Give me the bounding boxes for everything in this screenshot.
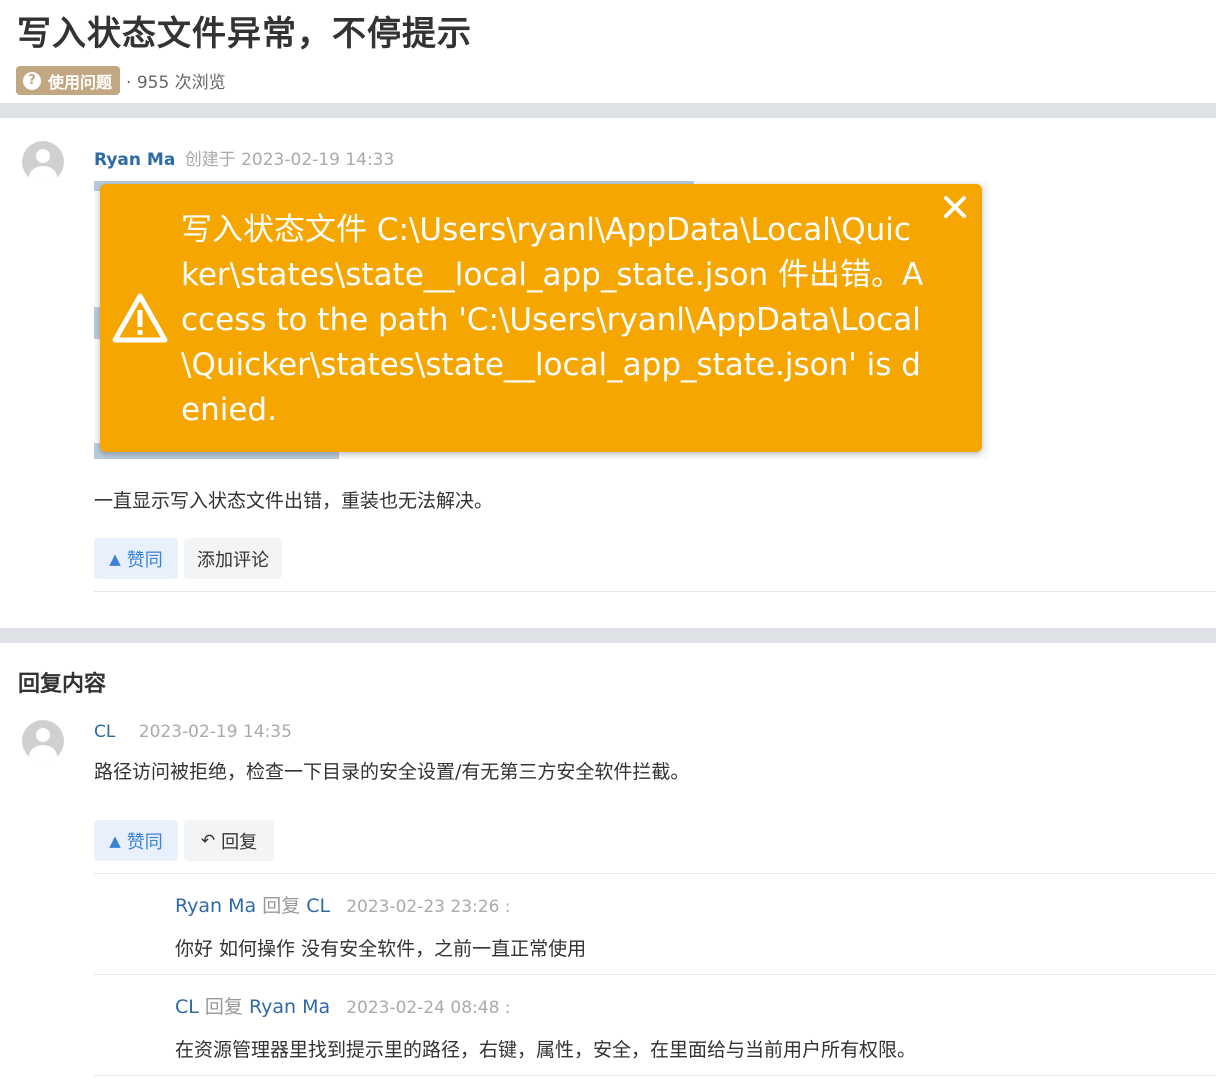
sub-reply-time: 2023-02-24 08:48 : <box>346 998 511 1018</box>
reply-like-button[interactable]: ▲ 赞同 <box>94 820 178 861</box>
avatar[interactable] <box>22 141 64 183</box>
close-icon[interactable] <box>942 194 968 220</box>
like-button[interactable]: ▲ 赞同 <box>94 538 178 579</box>
reply-label: 回复 <box>221 831 258 853</box>
error-message: 写入状态文件 C:\Users\ryanl\AppData\Local\Quic… <box>181 212 924 428</box>
section-divider <box>0 628 1216 643</box>
post-author-line: Ryan Ma 创建于 2023-02-19 14:33 <box>94 145 394 170</box>
reply-author-line: CL 2023-02-19 14:35 <box>94 722 292 742</box>
reply-body: 路径访问被拒绝，检查一下目录的安全设置/有无第三方安全软件拦截。 <box>94 761 690 783</box>
reply-button[interactable]: ↶ 回复 <box>184 820 274 861</box>
like-label: 赞同 <box>126 549 163 571</box>
reply-author[interactable]: CL <box>94 722 115 742</box>
avatar[interactable] <box>22 720 64 762</box>
reply-time: 2023-02-19 14:35 <box>138 722 292 742</box>
post-author[interactable]: Ryan Ma <box>94 150 175 170</box>
category-tag-label: 使用问题 <box>48 72 113 92</box>
separator <box>94 873 1216 874</box>
separator <box>94 1075 1216 1076</box>
separator <box>94 974 1216 975</box>
upvote-icon: ▲ <box>109 831 121 850</box>
warning-icon <box>112 293 168 343</box>
sub-reply-time: 2023-02-23 23:26 : <box>346 897 511 917</box>
sub-reply-verb: 回复 <box>204 996 243 1018</box>
sub-reply-to[interactable]: CL <box>306 895 330 917</box>
sub-reply-header: Ryan Ma 回复 CL 2023-02-23 23:26 : <box>175 891 511 918</box>
sub-reply-header: CL 回复 Ryan Ma 2023-02-24 08:48 : <box>175 992 511 1019</box>
section-divider <box>0 103 1216 118</box>
post-body: 一直显示写入状态文件出错，重装也无法解决。 <box>94 490 494 512</box>
category-tag[interactable]: ? 使用问题 <box>16 66 121 95</box>
separator <box>94 591 1216 592</box>
sub-reply-to[interactable]: Ryan Ma <box>249 996 330 1018</box>
sub-reply-from[interactable]: CL <box>175 996 199 1018</box>
error-toast: 写入状态文件 C:\Users\ryanl\AppData\Local\Quic… <box>100 184 982 452</box>
add-comment-button[interactable]: 添加评论 <box>184 538 282 579</box>
replies-heading: 回复内容 <box>18 672 107 697</box>
sub-reply-from[interactable]: Ryan Ma <box>175 895 256 917</box>
post-created: 创建于 2023-02-19 14:33 <box>184 150 395 170</box>
page-title: 写入状态文件异常，不停提示 <box>17 14 472 54</box>
sub-reply-body: 在资源管理器里找到提示里的路径，右键，属性，安全，在里面给与当前用户所有权限。 <box>175 1039 917 1061</box>
screenshot-image: 写入状态文件 C:\Users\ryanl\AppData\Local\Quic… <box>94 181 989 459</box>
like-label: 赞同 <box>126 831 163 853</box>
post-meta: ? 使用问题 · 955 次浏览 <box>16 66 226 95</box>
view-count: · 955 次浏览 <box>126 73 226 93</box>
sub-reply-verb: 回复 <box>262 895 301 917</box>
reply-icon: ↶ <box>200 830 216 851</box>
upvote-icon: ▲ <box>109 549 121 568</box>
question-icon: ? <box>23 71 41 90</box>
sub-reply-body: 你好 如何操作 没有安全软件，之前一直正常使用 <box>175 938 587 960</box>
add-comment-label: 添加评论 <box>197 549 269 571</box>
